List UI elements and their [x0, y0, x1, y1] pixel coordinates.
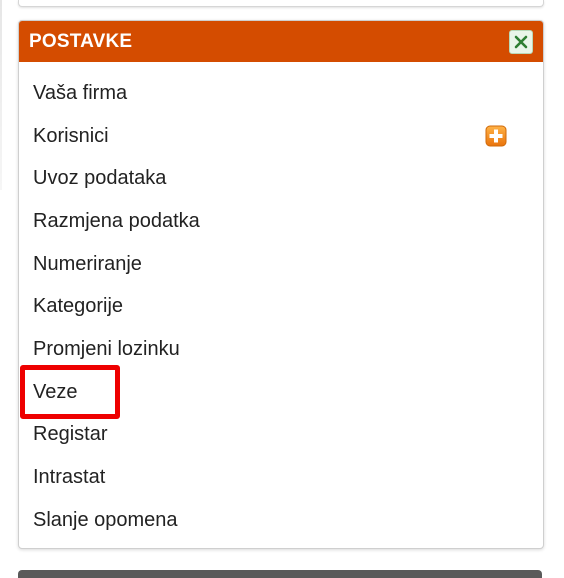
menu-item-label: Intrastat [33, 466, 106, 489]
menu-item-veze[interactable]: Veze [19, 371, 543, 414]
menu-item-label: Veze [33, 380, 78, 403]
menu-item-vasa-firma[interactable]: Vaša firma [19, 72, 543, 115]
settings-menu: Vaša firma Korisnici Uvoz podataka Razmj… [19, 62, 543, 542]
menu-item-label: Kategorije [33, 295, 124, 318]
menu-item-uvoz-podataka[interactable]: Uvoz podataka [19, 157, 543, 200]
menu-item-label: Registar [33, 423, 108, 446]
menu-item-intrastat[interactable]: Intrastat [19, 456, 543, 499]
menu-item-label: Razmjena podatka [33, 209, 200, 232]
menu-item-label: Slanje opomena [33, 508, 178, 531]
background-divider [0, 0, 2, 190]
settings-panel: POSTAVKE Vaša firma Korisnici Uvoz podat… [18, 20, 544, 549]
menu-item-label: Promjeni lozinku [33, 337, 180, 360]
menu-item-label: Uvoz podataka [33, 167, 167, 190]
close-icon [514, 35, 528, 48]
plus-icon[interactable] [485, 125, 507, 147]
menu-item-label: Korisnici [33, 124, 109, 147]
next-panel-header [18, 570, 542, 578]
menu-item-kategorije[interactable]: Kategorije [19, 285, 543, 328]
menu-item-promjeni-lozinku[interactable]: Promjeni lozinku [19, 328, 543, 371]
previous-panel-edge [18, 0, 544, 7]
menu-item-razmjena-podatka[interactable]: Razmjena podatka [19, 200, 543, 243]
close-button[interactable] [509, 29, 533, 54]
panel-header: POSTAVKE [19, 21, 543, 62]
menu-item-label: Numeriranje [33, 252, 142, 275]
menu-item-slanje-opomena[interactable]: Slanje opomena [19, 499, 543, 542]
menu-item-numeriranje[interactable]: Numeriranje [19, 243, 543, 286]
menu-item-label: Vaša firma [33, 81, 128, 104]
menu-item-registar[interactable]: Registar [19, 414, 543, 457]
panel-title: POSTAVKE [29, 30, 133, 52]
menu-item-korisnici[interactable]: Korisnici [19, 115, 543, 158]
page: POSTAVKE Vaša firma Korisnici Uvoz podat… [0, 0, 564, 578]
